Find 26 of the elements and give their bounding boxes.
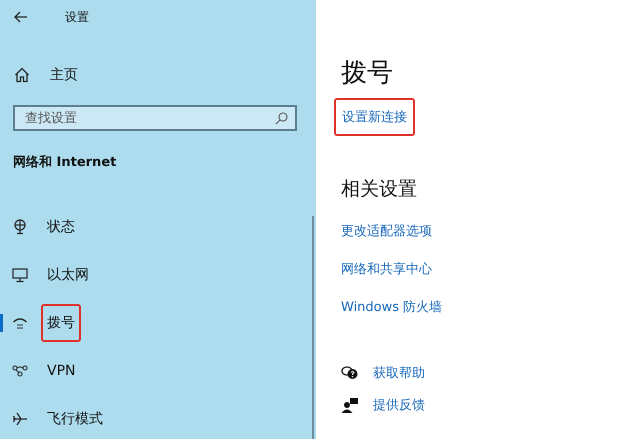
- sidebar-item[interactable]: 飞行模式: [0, 395, 140, 439]
- help-chat-icon: [341, 365, 359, 381]
- help-link[interactable]: 获取帮助: [373, 364, 425, 382]
- page-heading: 拨号: [341, 57, 393, 90]
- airplane-icon: [12, 411, 28, 427]
- related-link[interactable]: 网络和共享中心: [341, 260, 432, 278]
- section-heading: 相关设置: [341, 177, 417, 202]
- window-title: 设置: [65, 8, 89, 26]
- feedback-person-icon: [341, 397, 359, 413]
- back-icon[interactable]: [14, 11, 28, 23]
- related-link[interactable]: 更改适配器选项: [341, 222, 432, 240]
- home-icon: [14, 67, 30, 83]
- search-field[interactable]: 查找设置: [13, 105, 297, 131]
- sidebar-item[interactable]: 状态: [0, 203, 140, 251]
- sidebar-item[interactable]: 拨号: [0, 299, 140, 347]
- home-link[interactable]: 主页: [0, 64, 78, 86]
- search-icon: [275, 112, 288, 125]
- related-link[interactable]: Windows 防火墙: [341, 298, 442, 316]
- new-connection-link[interactable]: 设置新连接: [334, 98, 415, 136]
- sidebar-item[interactable]: VPN: [0, 347, 140, 395]
- monitor-icon: [12, 267, 28, 283]
- help-link[interactable]: 提供反馈: [373, 396, 425, 414]
- sidebar-item[interactable]: 以太网: [0, 251, 140, 299]
- link-icon: [12, 363, 28, 379]
- globe-monitor-icon: [12, 219, 28, 235]
- section-heading: 网络和 Internet: [13, 154, 116, 171]
